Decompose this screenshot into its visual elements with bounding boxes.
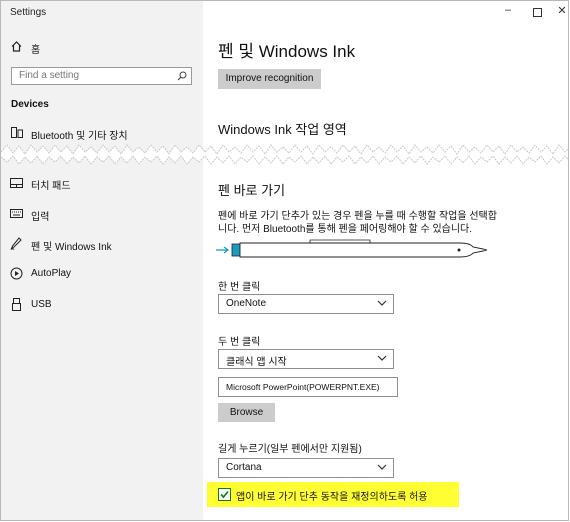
chevron-down-icon bbox=[377, 355, 387, 361]
sidebar-item-usb[interactable]: USB bbox=[10, 297, 195, 313]
press-hold-label: 길게 누르기(일부 펜에서만 지원됨) bbox=[218, 444, 362, 455]
home-nav-item[interactable]: 홈 bbox=[10, 39, 190, 56]
shortcut-description-line1: 펜에 바로 가기 단추가 있는 경우 펜을 누를 때 수행할 작업을 선택합 bbox=[218, 211, 497, 222]
double-click-dropdown[interactable]: 클래식 앱 시작 bbox=[218, 349, 394, 369]
sidebar-item-typing[interactable]: 입력 bbox=[10, 206, 195, 223]
double-click-value: 클래식 앱 시작 bbox=[226, 357, 287, 368]
keyboard-icon bbox=[10, 209, 23, 218]
autoplay-icon bbox=[10, 267, 23, 280]
pen-illustration bbox=[216, 239, 488, 258]
browse-button[interactable]: Browse bbox=[218, 403, 275, 422]
single-click-label: 한 번 클릭 bbox=[218, 282, 261, 293]
sidebar-item-label: 펜 및 Windows Ink bbox=[31, 242, 112, 253]
checkmark-icon bbox=[220, 490, 229, 499]
improve-recognition-button[interactable]: Improve recognition bbox=[218, 69, 321, 89]
sidebar-item-label: AutoPlay bbox=[31, 268, 72, 279]
chevron-down-icon bbox=[377, 300, 387, 306]
sidebar-item-label: 입력 bbox=[31, 212, 50, 223]
search-input[interactable]: Find a setting bbox=[11, 67, 192, 85]
double-click-label: 두 번 클릭 bbox=[218, 337, 261, 348]
home-icon bbox=[11, 41, 22, 52]
workspace-heading: Windows Ink 작업 영역 bbox=[218, 122, 347, 137]
single-click-value: OneNote bbox=[226, 298, 267, 309]
usb-icon bbox=[12, 298, 21, 311]
search-icon bbox=[177, 71, 187, 81]
shortcut-heading: 펜 바로 가기 bbox=[218, 183, 286, 198]
single-click-dropdown[interactable]: OneNote bbox=[218, 294, 394, 314]
app-path-value: Microsoft PowerPoint(POWERPNT.EXE) bbox=[226, 382, 380, 392]
main-content: – ✕ 펜 및 Windows Ink Improve recognition … bbox=[203, 1, 568, 520]
sidebar-item-label: USB bbox=[31, 299, 52, 310]
app-path-field[interactable]: Microsoft PowerPoint(POWERPNT.EXE) bbox=[218, 377, 398, 397]
shortcut-description-line2: 니다. 먼저 Bluetooth를 통해 펜을 페어링해야 할 수 있습니다. bbox=[218, 224, 473, 235]
press-hold-dropdown[interactable]: Cortana bbox=[218, 458, 394, 478]
shortcut-description: 펜에 바로 가기 단추가 있는 경우 펜을 누를 때 수행할 작업을 선택합 니… bbox=[218, 210, 558, 236]
torn-edge bbox=[1, 144, 568, 165]
bluetooth-device-icon bbox=[11, 127, 23, 138]
sidebar-item-autoplay[interactable]: AutoPlay bbox=[10, 266, 195, 282]
close-icon[interactable]: ✕ bbox=[554, 4, 568, 17]
pen-icon bbox=[10, 237, 22, 250]
home-label: 홈 bbox=[31, 45, 41, 56]
window-title: Settings bbox=[10, 7, 47, 18]
touchpad-icon bbox=[10, 178, 23, 188]
search-placeholder: Find a setting bbox=[19, 70, 80, 81]
section-devices: Devices bbox=[11, 99, 49, 110]
page-title: 펜 및 Windows Ink bbox=[218, 42, 356, 61]
sidebar-item-label: 터치 패드 bbox=[31, 181, 71, 192]
settings-window: Settings 홈 Find a setting Devices Blueto… bbox=[0, 0, 569, 521]
sidebar-item-touchpad[interactable]: 터치 패드 bbox=[10, 175, 195, 192]
sidebar-item-pen[interactable]: 펜 및 Windows Ink bbox=[10, 236, 195, 253]
press-hold-value: Cortana bbox=[226, 462, 262, 473]
chevron-down-icon bbox=[377, 464, 387, 470]
maximize-icon[interactable] bbox=[529, 4, 545, 20]
sidebar: Settings 홈 Find a setting Devices Blueto… bbox=[1, 1, 203, 520]
override-checkbox[interactable] bbox=[218, 488, 231, 501]
minimize-icon[interactable]: – bbox=[500, 4, 516, 16]
override-label: 앱이 바로 가기 단추 동작을 재정의하도록 허용 bbox=[236, 492, 428, 503]
